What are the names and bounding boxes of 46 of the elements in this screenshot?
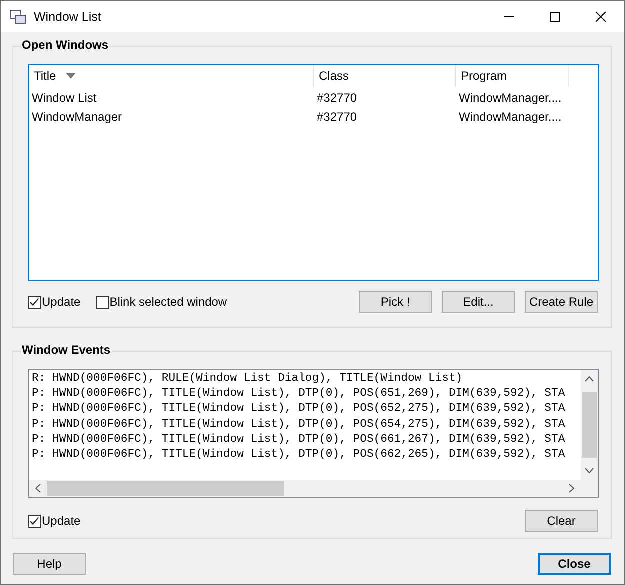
column-label: Program bbox=[461, 69, 508, 83]
table-cell-text: #32770 bbox=[316, 110, 358, 124]
group-title: Open Windows bbox=[21, 38, 110, 52]
table-cell-text: #32770 bbox=[316, 90, 358, 104]
column-label: Title bbox=[34, 69, 56, 83]
table-cell-text: WindowManager bbox=[31, 110, 124, 124]
close-icon[interactable] bbox=[595, 10, 607, 22]
event-log[interactable] bbox=[28, 369, 599, 498]
checkbox-label[interactable]: Blink selected window bbox=[110, 295, 228, 309]
column-header[interactable]: Title bbox=[29, 65, 314, 87]
maximize-icon[interactable] bbox=[549, 10, 561, 22]
column-header[interactable]: Program bbox=[456, 65, 569, 87]
column-label: Class bbox=[319, 69, 350, 83]
scroll-thumb[interactable] bbox=[582, 392, 597, 458]
button[interactable]: Clear bbox=[525, 510, 598, 532]
button[interactable]: Edit... bbox=[442, 291, 515, 313]
checkbox-label[interactable]: Update bbox=[42, 295, 81, 309]
table-cell-text: WindowManager.... bbox=[458, 90, 563, 104]
checkbox-label[interactable]: Update bbox=[42, 514, 81, 528]
log-line: P: HWND(000F06FC), TITLE(Window List), DTP(0), POS(652,275), DIM(639,592), STA bbox=[32, 402, 566, 418]
scroll-up-icon[interactable] bbox=[585, 376, 594, 382]
log-line: P: HWND(000F06FC), TITLE(Window List), DTP(0), POS(651,269), DIM(639,592), STA bbox=[32, 387, 566, 402]
log-line: P: HWND(000F06FC), TITLE(Window List), DTP(0), POS(654,275), DIM(639,592), STA bbox=[32, 418, 566, 433]
button[interactable]: Create Rule bbox=[525, 291, 598, 313]
table-cell-text: Window List bbox=[31, 90, 98, 104]
scroll-right-icon[interactable] bbox=[569, 484, 575, 493]
window-list[interactable]: Title Class Program Window List #32770 WindowManager.... WindowManager #32770 WindowManager.... bbox=[28, 64, 599, 281]
button[interactable]: Help bbox=[13, 553, 86, 575]
button[interactable]: Pick ! bbox=[359, 291, 432, 313]
scroll-thumb[interactable] bbox=[47, 481, 284, 496]
app-icon bbox=[10, 10, 26, 24]
checkbox[interactable] bbox=[96, 296, 109, 308]
column-header[interactable]: Class bbox=[314, 65, 456, 87]
scroll-left-icon[interactable] bbox=[35, 484, 41, 493]
checkbox[interactable] bbox=[28, 296, 41, 308]
window-title: Window List bbox=[34, 10, 102, 24]
scroll-down-icon[interactable] bbox=[585, 468, 594, 474]
button[interactable]: Close bbox=[538, 553, 611, 575]
log-line: P: HWND(000F06FC), TITLE(Window List), DTP(0), POS(662,265), DIM(639,592), STA bbox=[32, 448, 566, 464]
group-title: Window Events bbox=[21, 343, 112, 357]
table-cell-text: WindowManager.... bbox=[458, 110, 563, 124]
vertical-scrollbar[interactable] bbox=[581, 370, 598, 480]
horizontal-scrollbar[interactable] bbox=[29, 480, 581, 497]
checkbox[interactable] bbox=[28, 514, 41, 528]
log-line: P: HWND(000F06FC), TITLE(Window List), DTP(0), POS(661,267), DIM(639,592), STA bbox=[32, 432, 566, 448]
log-line: R: HWND(000F06FC), RULE(Window List Dialog), TITLE(Window List) bbox=[32, 372, 463, 387]
